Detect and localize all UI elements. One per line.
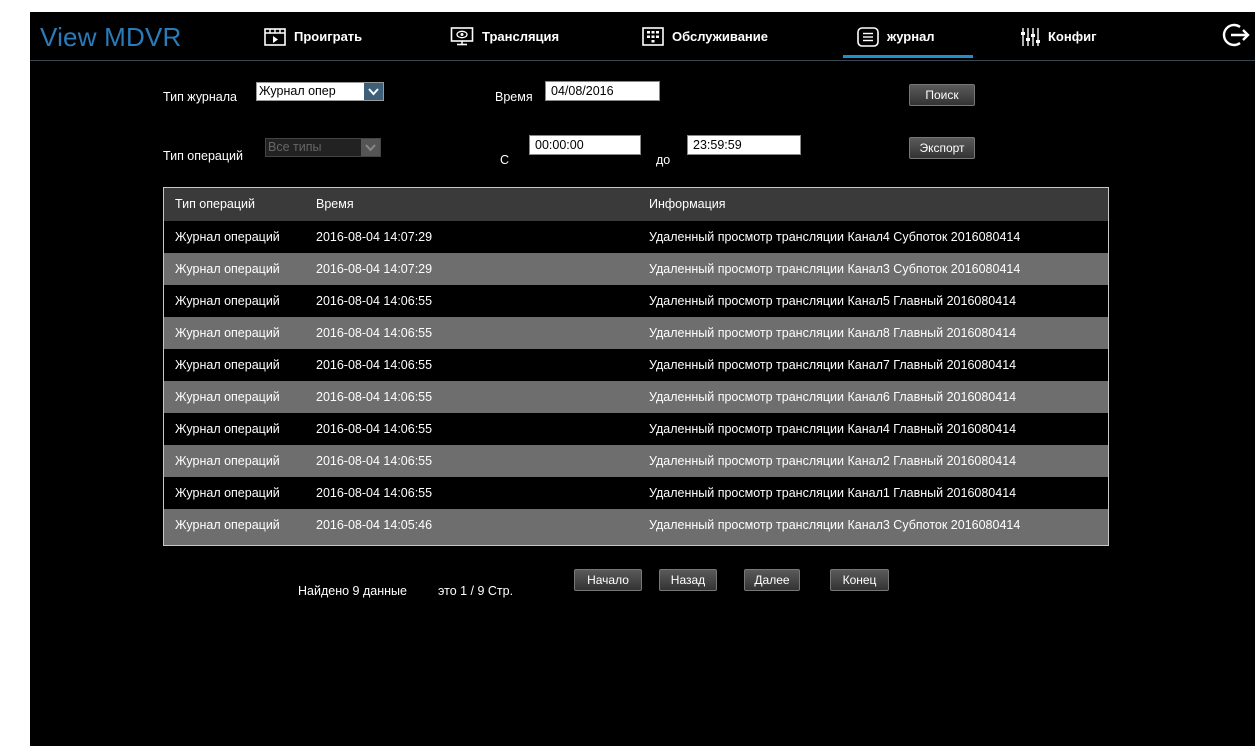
prev-page-button[interactable]: Назад xyxy=(659,569,717,591)
log-type-select-value: Журнал опер xyxy=(259,84,336,98)
table-row[interactable]: Журнал операций 2016-08-04 14:06:55 Удал… xyxy=(164,477,1108,509)
table-row[interactable]: Журнал операций 2016-08-04 14:06:55 Удал… xyxy=(164,413,1108,445)
page-indicator: это 1 / 9 Стр. xyxy=(438,584,514,598)
table-row[interactable]: Журнал операций 2016-08-04 14:06:55 Удал… xyxy=(164,445,1108,477)
column-header-info: Информация xyxy=(649,197,726,211)
cell-op-type: Журнал операций xyxy=(175,390,280,404)
first-page-button[interactable]: Начало xyxy=(574,569,642,591)
monitor-icon xyxy=(450,27,474,46)
nav-tab-maintenance[interactable]: Обслуживание xyxy=(642,12,768,61)
search-button[interactable]: Поиск xyxy=(909,84,975,106)
cell-op-type: Журнал операций xyxy=(175,454,280,468)
from-time-label: С xyxy=(500,153,510,167)
nav-tab-config[interactable]: Конфиг xyxy=(1020,12,1097,61)
cell-info: Удаленный просмотр трансляции Канал5 Гла… xyxy=(649,294,1017,308)
cell-info: Удаленный просмотр трансляции Канал3 Суб… xyxy=(649,262,1021,276)
cell-info: Удаленный просмотр трансляции Канал2 Гла… xyxy=(649,454,1017,468)
cell-time: 2016-08-04 14:06:55 xyxy=(316,486,433,500)
op-type-select[interactable]: Все типы xyxy=(265,138,381,157)
cell-time: 2016-08-04 14:06:55 xyxy=(316,326,433,340)
nav-tab-log[interactable]: журнал xyxy=(843,12,973,61)
nav-tab-playback-label: Проиграть xyxy=(294,29,363,44)
cell-info: Удаленный просмотр трансляции Канал8 Гла… xyxy=(649,326,1017,340)
cell-op-type: Журнал операций xyxy=(175,358,280,372)
table-row[interactable]: Журнал операций 2016-08-04 14:06:55 Удал… xyxy=(164,285,1108,317)
mdvr-app-window: View MDVR Проиграть Трансляция Обслужива… xyxy=(30,12,1255,746)
log-table: Тип операций Время Информация Журнал опе… xyxy=(163,187,1109,546)
results-count: Найдено 9 данные xyxy=(298,584,407,598)
cell-op-type: Журнал операций xyxy=(175,294,280,308)
logout-icon[interactable] xyxy=(1222,22,1250,48)
play-icon xyxy=(264,27,286,46)
table-row[interactable]: Журнал операций 2016-08-04 14:06:55 Удал… xyxy=(164,317,1108,349)
chevron-down-icon xyxy=(364,83,383,100)
cell-op-type: Журнал операций xyxy=(175,518,280,532)
nav-tab-maintenance-label: Обслуживание xyxy=(672,29,769,44)
top-navigation-bar: View MDVR Проиграть Трансляция Обслужива… xyxy=(30,12,1255,61)
active-tab-indicator xyxy=(843,55,973,58)
to-time-label: до xyxy=(656,153,671,167)
log-type-label: Тип журнала xyxy=(163,90,237,104)
cell-info: Удаленный просмотр трансляции Канал7 Гла… xyxy=(649,358,1017,372)
cell-time: 2016-08-04 14:06:55 xyxy=(316,294,433,308)
cell-info: Удаленный просмотр трансляции Канал1 Гла… xyxy=(649,486,1017,500)
cell-op-type: Журнал операций xyxy=(175,230,280,244)
cell-op-type: Журнал операций xyxy=(175,326,280,340)
app-logo: View MDVR xyxy=(40,22,182,52)
table-row[interactable]: Журнал операций 2016-08-04 14:07:29 Удал… xyxy=(164,221,1108,253)
table-row[interactable]: Журнал операций 2016-08-04 14:06:55 Удал… xyxy=(164,349,1108,381)
table-row[interactable]: Журнал операций 2016-08-04 14:07:29 Удал… xyxy=(164,253,1108,285)
cell-time: 2016-08-04 14:06:55 xyxy=(316,422,433,436)
nav-tab-live[interactable]: Трансляция xyxy=(450,12,559,61)
log-type-select[interactable]: Журнал опер xyxy=(256,82,384,101)
cell-op-type: Журнал операций xyxy=(175,422,280,436)
op-type-select-value: Все типы xyxy=(268,140,322,154)
date-input[interactable]: 04/08/2016 xyxy=(545,81,660,101)
to-time-input[interactable]: 23:59:59 xyxy=(687,135,801,155)
column-header-time: Время xyxy=(316,197,354,211)
cell-op-type: Журнал операций xyxy=(175,262,280,276)
cell-time: 2016-08-04 14:07:29 xyxy=(316,230,433,244)
cell-time: 2016-08-04 14:05:46 xyxy=(316,518,433,532)
cell-time: 2016-08-04 14:06:55 xyxy=(316,358,433,372)
cell-info: Удаленный просмотр трансляции Канал6 Гла… xyxy=(649,390,1017,404)
from-time-input[interactable]: 00:00:00 xyxy=(529,135,641,155)
cell-op-type: Журнал операций xyxy=(175,486,280,500)
op-type-label: Тип операций xyxy=(163,149,244,163)
cell-info: Удаленный просмотр трансляции Канал4 Суб… xyxy=(649,230,1021,244)
table-row[interactable]: Журнал операций 2016-08-04 14:05:46 Удал… xyxy=(164,509,1108,545)
nav-tab-log-label: журнал xyxy=(887,29,935,44)
cell-time: 2016-08-04 14:06:55 xyxy=(316,390,433,404)
next-page-button[interactable]: Далее xyxy=(744,569,800,591)
maintenance-icon xyxy=(642,27,664,46)
export-button[interactable]: Экспорт xyxy=(909,137,975,159)
nav-tab-playback[interactable]: Проиграть xyxy=(264,12,362,61)
nav-tab-live-label: Трансляция xyxy=(482,29,560,44)
cell-time: 2016-08-04 14:06:55 xyxy=(316,454,433,468)
topbar-divider xyxy=(30,60,1255,61)
cell-info: Удаленный просмотр трансляции Канал4 Гла… xyxy=(649,422,1017,436)
time-label: Время xyxy=(495,90,533,104)
table-header: Тип операций Время Информация xyxy=(164,188,1108,221)
cell-time: 2016-08-04 14:07:29 xyxy=(316,262,433,276)
column-header-op-type: Тип операций xyxy=(175,197,256,211)
table-row[interactable]: Журнал операций 2016-08-04 14:06:55 Удал… xyxy=(164,381,1108,413)
cell-info: Удаленный просмотр трансляции Канал3 Суб… xyxy=(649,518,1021,532)
log-icon xyxy=(857,26,879,47)
config-sliders-icon xyxy=(1021,27,1040,46)
nav-tab-config-label: Конфиг xyxy=(1048,29,1097,44)
chevron-down-icon xyxy=(361,139,380,156)
last-page-button[interactable]: Конец xyxy=(830,569,889,591)
